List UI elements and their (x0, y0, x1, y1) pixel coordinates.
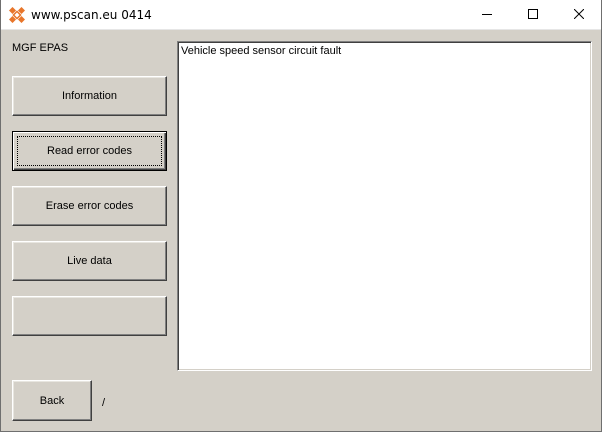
minimize-button[interactable] (464, 0, 510, 30)
close-button[interactable] (556, 0, 602, 30)
live-data-button-label: Live data (67, 255, 112, 267)
information-button[interactable]: Information (12, 76, 167, 116)
title-bar[interactable]: www.pscan.eu 0414 (1, 0, 601, 30)
erase-error-codes-button-label: Erase error codes (45, 200, 134, 212)
output-textbox[interactable]: Vehicle speed sensor circuit fault (177, 41, 592, 371)
device-label: MGF EPAS (12, 42, 69, 54)
live-data-button[interactable]: Live data (12, 241, 167, 281)
read-error-codes-button-label: Read error codes (47, 145, 132, 157)
back-button-label: Back (39, 394, 65, 407)
minimize-icon (482, 9, 492, 22)
information-button-label: Information (61, 90, 118, 102)
app-window: www.pscan.eu 0414 MGF EPAS Information R… (0, 0, 602, 432)
status-indicator: / (102, 397, 106, 409)
erase-error-codes-button[interactable]: Erase error codes (12, 186, 167, 226)
pscan-logo-icon (8, 6, 26, 24)
window-title: www.pscan.eu 0414 (31, 8, 152, 22)
output-text: Vehicle speed sensor circuit fault (181, 45, 342, 57)
back-button[interactable]: Back (12, 380, 92, 421)
blank-button[interactable] (12, 296, 167, 336)
maximize-button[interactable] (510, 0, 556, 30)
maximize-icon (528, 8, 538, 22)
read-error-codes-button[interactable]: Read error codes (12, 131, 167, 171)
close-icon (573, 8, 585, 22)
